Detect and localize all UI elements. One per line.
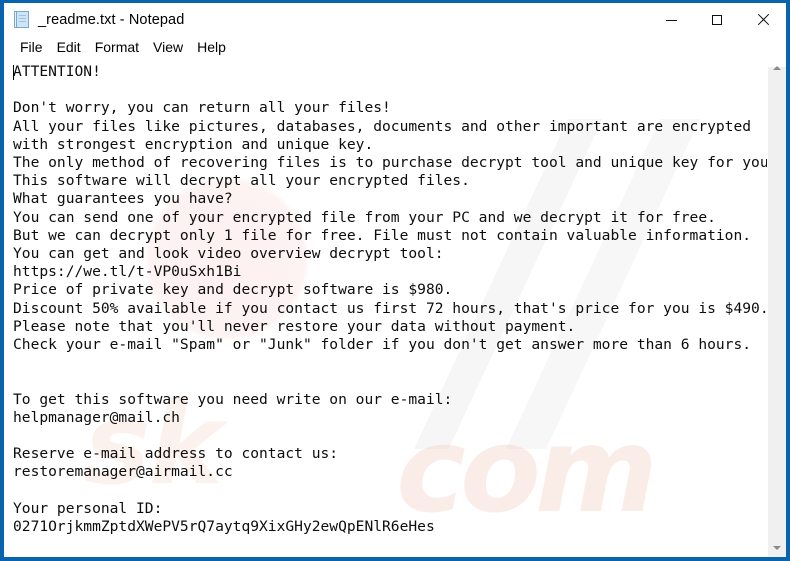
maximize-button[interactable] — [694, 3, 740, 36]
edit-region: sk com ATTENTION! Don't worry, you can r… — [4, 58, 786, 557]
minimize-icon — [665, 20, 677, 21]
scroll-up-arrow[interactable] — [768, 59, 786, 77]
notepad-icon — [14, 10, 31, 29]
text-area[interactable]: sk com ATTENTION! Don't worry, you can r… — [4, 59, 767, 557]
scrollbar-thumb[interactable] — [768, 77, 786, 507]
menu-item-format[interactable]: Format — [88, 38, 146, 57]
notepad-window: _readme.txt - Notepad File Edit Format V… — [0, 0, 790, 561]
title-bar-left: _readme.txt - Notepad — [4, 10, 184, 29]
close-icon — [757, 14, 769, 26]
window-controls — [648, 3, 786, 36]
title-bar[interactable]: _readme.txt - Notepad — [4, 3, 786, 36]
chevron-down-icon — [773, 546, 781, 550]
scroll-down-arrow[interactable] — [768, 539, 786, 557]
text-caret — [13, 65, 14, 80]
menu-item-help[interactable]: Help — [190, 38, 233, 57]
minimize-button[interactable] — [648, 3, 694, 36]
window-title: _readme.txt - Notepad — [38, 11, 185, 28]
menu-item-edit[interactable]: Edit — [50, 38, 88, 57]
ransom-note-text[interactable]: ATTENTION! Don't worry, you can return a… — [4, 59, 767, 536]
chevron-up-icon — [773, 66, 781, 70]
menu-bar: File Edit Format View Help — [4, 36, 786, 58]
maximize-icon — [712, 14, 722, 25]
close-button[interactable] — [740, 3, 786, 36]
vertical-scrollbar[interactable] — [767, 59, 786, 557]
menu-item-file[interactable]: File — [13, 38, 50, 57]
menu-item-view[interactable]: View — [146, 38, 190, 57]
